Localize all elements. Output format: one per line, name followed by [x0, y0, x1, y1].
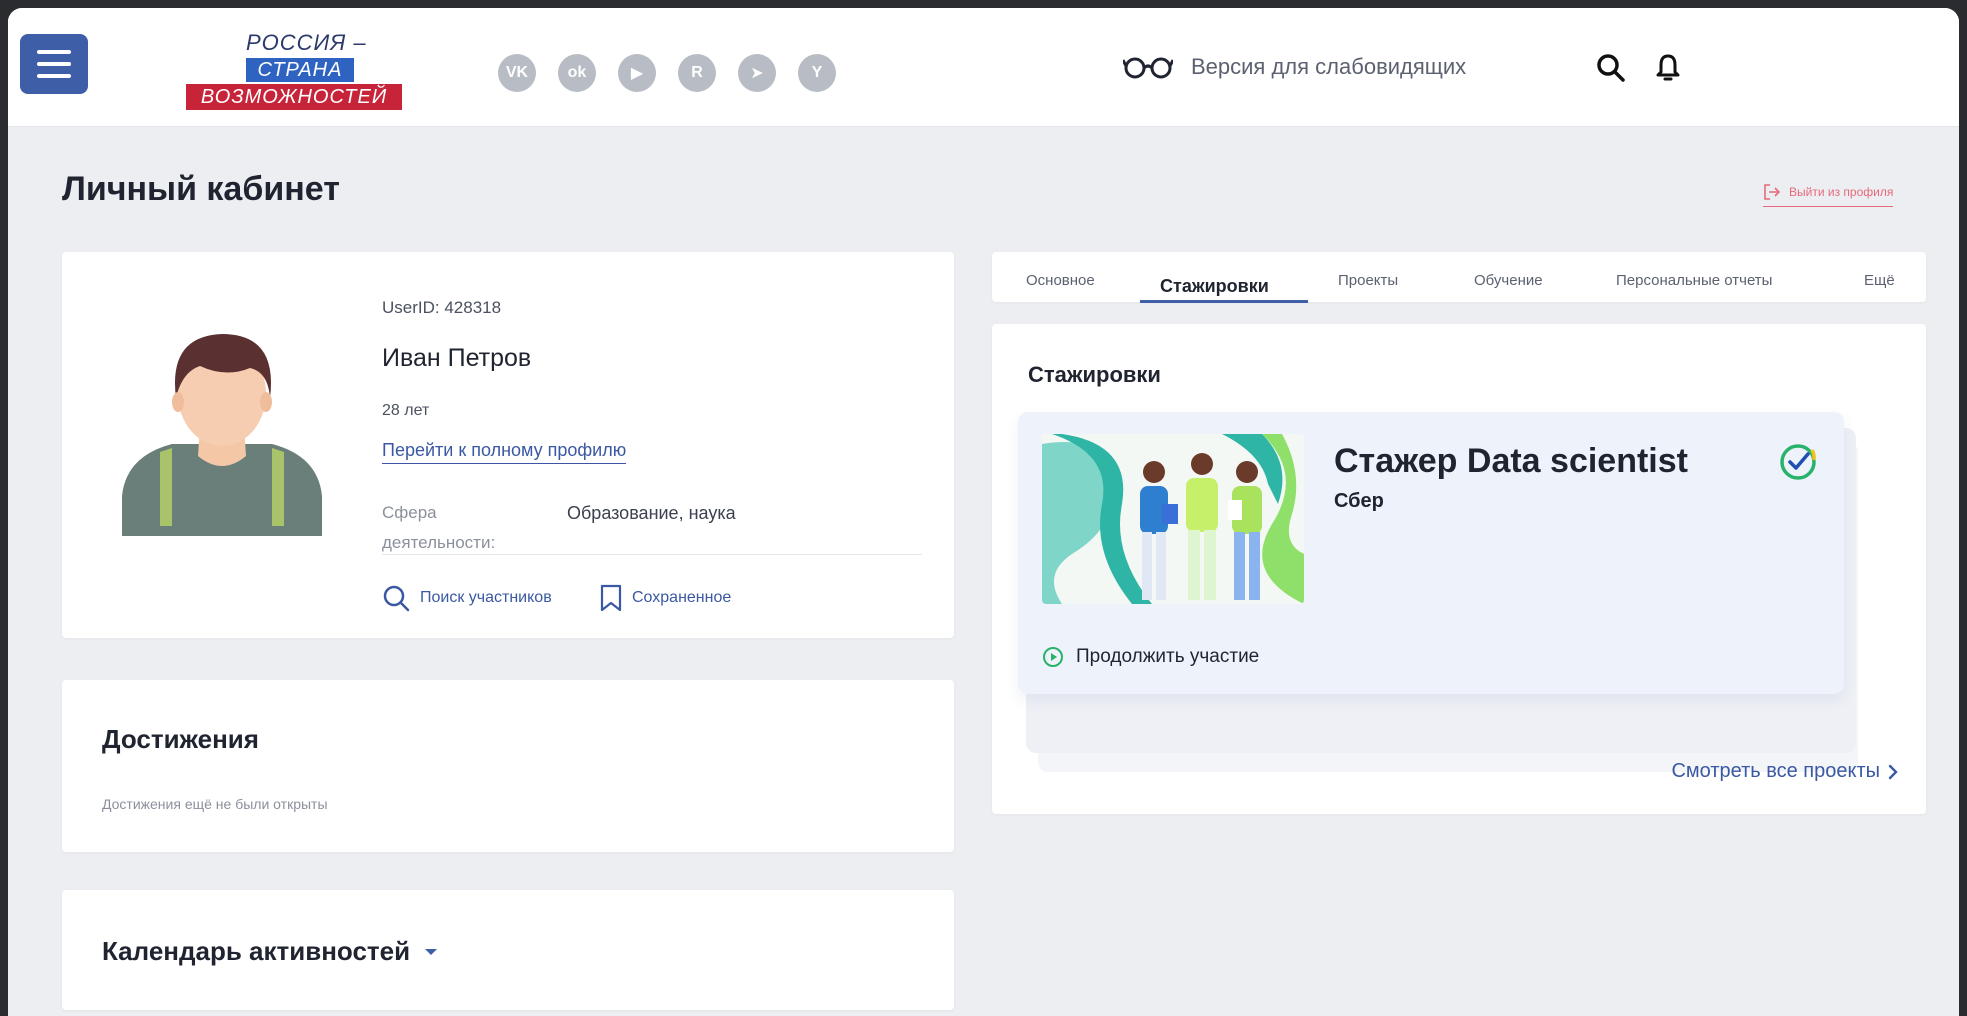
menu-icon-bar — [37, 50, 71, 54]
sphere-label: Сфера деятельности: — [382, 503, 496, 552]
tab-projects[interactable]: Проекты — [1338, 272, 1398, 289]
page-title: Личный кабинет — [62, 170, 340, 208]
full-profile-link[interactable]: Перейти к полному профилю — [382, 440, 627, 464]
bookmark-icon — [600, 584, 622, 612]
logo-line3: ВОЗМОЖНОСТЕЙ — [186, 84, 402, 110]
menu-button[interactable] — [20, 34, 88, 94]
logo-line1: РОССИЯ – — [236, 30, 377, 56]
rutube-icon[interactable]: R — [678, 54, 716, 92]
tab-main[interactable]: Основное — [1026, 272, 1095, 289]
calendar-header[interactable]: Календарь активностей — [102, 936, 438, 967]
see-all-projects-label: Смотреть все проекты — [1671, 760, 1880, 782]
menu-icon-bar — [37, 74, 71, 78]
menu-icon-bar — [37, 62, 71, 66]
social-links: VK ok ▶ R ➤ Y — [498, 54, 836, 92]
logout-icon — [1764, 184, 1781, 200]
glasses-icon — [1123, 57, 1173, 79]
search-icon — [383, 585, 410, 612]
continue-participation-label: Продолжить участие — [1076, 646, 1260, 667]
internship-illustration — [1042, 434, 1304, 604]
active-tab-indicator — [1140, 300, 1308, 303]
divider — [382, 554, 922, 555]
check-circle-icon — [1780, 444, 1816, 480]
tab-more[interactable]: Ещё — [1864, 272, 1895, 289]
chevron-right-icon — [1888, 764, 1898, 779]
saved-link[interactable]: Сохраненное — [600, 584, 731, 612]
search-participants-link[interactable]: Поиск участников — [382, 584, 552, 612]
odnoklassniki-icon[interactable]: ok — [558, 54, 596, 92]
internship-company: Сбер — [1334, 490, 1384, 512]
low-vision-toggle[interactable]: Версия для слабовидящих — [1123, 54, 1466, 80]
internship-card[interactable]: Стажер Data scientist Сбер Продолжить уч… — [1018, 412, 1844, 694]
activity-calendar-card[interactable]: Календарь активностей — [62, 890, 954, 1010]
internships-panel: Стажировки Стажер Data scientist Сбер Пр… — [992, 324, 1926, 814]
profile-tabs: Основное Стажировки Проекты Обучение Пер… — [992, 252, 1926, 303]
user-name: Иван Петров — [382, 344, 532, 372]
search-icon[interactable] — [1595, 52, 1627, 84]
tab-internships[interactable]: Стажировки — [1160, 276, 1269, 297]
app-window: РОССИЯ – СТРАНА ВОЗМОЖНОСТЕЙ VK ok ▶ R ➤… — [8, 8, 1959, 1016]
site-logo[interactable]: РОССИЯ – СТРАНА ВОЗМОЖНОСТЕЙ — [184, 24, 414, 116]
see-all-projects-link[interactable]: Смотреть все проекты — [1671, 760, 1898, 783]
user-id: UserID: 428318 — [382, 298, 502, 317]
avatar — [122, 334, 322, 536]
logout-link[interactable]: Выйти из профиля — [1763, 184, 1894, 207]
telegram-icon[interactable]: ➤ — [738, 54, 776, 92]
bell-icon[interactable] — [1652, 52, 1684, 84]
saved-label: Сохраненное — [632, 589, 732, 606]
logout-label: Выйти из профиля — [1789, 185, 1894, 199]
achievements-empty-text: Достижения ещё не были открыты — [102, 796, 328, 812]
yandex-zen-icon[interactable]: Y — [798, 54, 836, 92]
tab-learning[interactable]: Обучение — [1474, 272, 1543, 289]
search-participants-label: Поиск участников — [420, 589, 552, 606]
user-age: 28 лет — [382, 402, 430, 419]
logo-line2: СТРАНА — [246, 58, 354, 82]
caret-down-icon — [425, 948, 438, 955]
play-circle-icon — [1043, 647, 1063, 667]
continue-participation-button[interactable]: Продолжить участие — [1042, 646, 1259, 668]
internships-title: Стажировки — [1028, 362, 1161, 387]
header: РОССИЯ – СТРАНА ВОЗМОЖНОСТЕЙ VK ok ▶ R ➤… — [8, 8, 1959, 126]
sphere-value: Образование, наука — [567, 503, 736, 523]
calendar-title: Календарь активностей — [102, 936, 411, 966]
youtube-icon[interactable]: ▶ — [618, 54, 656, 92]
achievements-card: Достижения Достижения ещё не были открыт… — [62, 680, 954, 852]
achievements-title: Достижения — [102, 724, 259, 754]
profile-card: UserID: 428318 Иван Петров 28 лет Перейт… — [62, 252, 954, 638]
low-vision-label: Версия для слабовидящих — [1191, 54, 1467, 79]
vk-icon[interactable]: VK — [498, 54, 536, 92]
tab-personal-reports[interactable]: Персональные отчеты — [1616, 272, 1772, 289]
internship-title: Стажер Data scientist — [1334, 442, 1688, 480]
